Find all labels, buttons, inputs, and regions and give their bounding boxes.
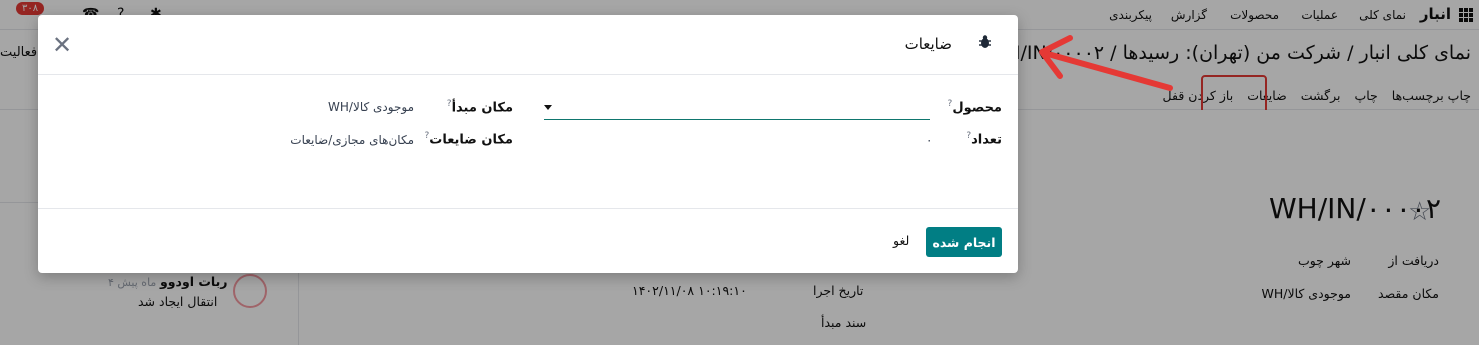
quantity-label: تعداد? — [966, 131, 1002, 148]
product-field[interactable] — [544, 96, 930, 120]
close-icon[interactable]: ✕ — [52, 33, 72, 57]
cancel-button[interactable]: لغو — [893, 233, 909, 248]
quantity-field[interactable]: ۰ — [926, 133, 932, 147]
dialog-title: ضایعات — [904, 35, 952, 53]
red-arrow-annotation — [1039, 35, 1173, 91]
bug-icon — [979, 35, 991, 48]
scrap-location-field[interactable]: مکان‌های مجازی/ضایعات — [290, 133, 414, 147]
scrap-location-label: مکان ضایعات? — [424, 131, 513, 148]
dialog-header: ✕ ضایعات — [38, 15, 1018, 75]
chevron-down-icon[interactable] — [544, 105, 552, 110]
done-button[interactable]: انجام شده — [926, 227, 1002, 257]
dialog-body: محصول? تعداد? ۰ مکان مبدأ? WH/موجودی کال… — [38, 75, 1018, 209]
source-location-field[interactable]: WH/موجودی کالا — [328, 100, 414, 114]
scrap-dialog: ✕ ضایعات محصول? تعداد? ۰ مکان مبدأ? WH/م… — [38, 15, 1018, 273]
source-location-label: مکان مبدأ? — [446, 99, 513, 116]
product-label: محصول? — [947, 99, 1002, 116]
